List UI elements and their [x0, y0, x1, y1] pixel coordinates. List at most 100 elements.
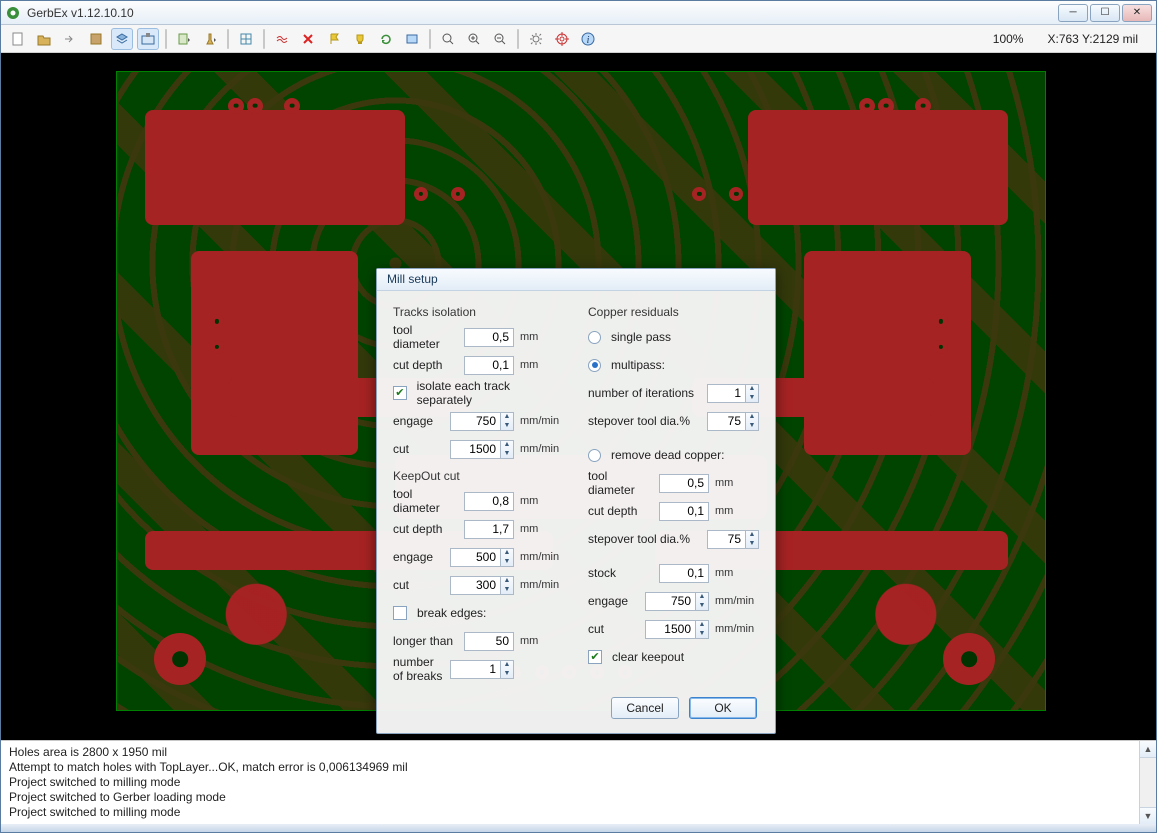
grid-icon[interactable]: [235, 28, 257, 50]
longer-than-input[interactable]: [464, 632, 514, 651]
rdc-stepover-label: stepover tool dia.%: [588, 532, 701, 546]
file-open-icon[interactable]: [33, 28, 55, 50]
rdc-tool-diameter-input[interactable]: [659, 474, 709, 493]
zoom-in-icon[interactable]: [463, 28, 485, 50]
stepover-input[interactable]: [707, 412, 745, 431]
info-icon[interactable]: i: [577, 28, 599, 50]
unit-label: mm/min: [520, 443, 564, 455]
thumb-icon[interactable]: [85, 28, 107, 50]
mill-setup-dialog: Mill setup Tracks isolation tool diamete…: [376, 268, 776, 734]
spinner-arrows[interactable]: ▲▼: [500, 548, 514, 567]
cut-depth-input[interactable]: [464, 356, 514, 375]
ko-cut-depth-input[interactable]: [464, 520, 514, 539]
refresh-icon[interactable]: [375, 28, 397, 50]
clear-keepout-label: clear keepout: [612, 650, 684, 664]
tool-diameter-label: tool diameter: [393, 323, 458, 351]
app-icon: [5, 5, 21, 21]
stock-input[interactable]: [659, 564, 709, 583]
single-pass-radio[interactable]: [588, 331, 601, 344]
tracks-isolation-heading: Tracks isolation: [393, 305, 564, 319]
remove-dead-copper-radio[interactable]: [588, 449, 601, 462]
log-scrollbar[interactable]: ▲ ▼: [1139, 741, 1156, 824]
ko-tool-diameter-input[interactable]: [464, 492, 514, 511]
unit-label: mm: [715, 505, 759, 517]
unit-label: mm/min: [715, 623, 759, 635]
multipass-label: multipass:: [611, 358, 665, 372]
zoom-icon[interactable]: [437, 28, 459, 50]
clear-keepout-checkbox[interactable]: [588, 650, 602, 664]
toolbar: i 100% X:763 Y:2129 mil: [1, 25, 1156, 53]
single-pass-label: single pass: [611, 330, 671, 344]
cancel-button[interactable]: Cancel: [611, 697, 679, 719]
flag-icon[interactable]: [323, 28, 345, 50]
unit-label: mm: [520, 635, 564, 647]
ko-engage-input[interactable]: [450, 548, 500, 567]
log-panel: Holes area is 2800 x 1950 mil Attempt to…: [1, 740, 1156, 824]
engage-input[interactable]: [450, 412, 500, 431]
spinner-arrows[interactable]: ▲▼: [500, 576, 514, 595]
titlebar[interactable]: GerbEx v1.12.10.10 ─ ☐ ✕: [1, 1, 1156, 25]
log-line: Project switched to Gerber loading mode: [9, 790, 1148, 805]
tool-diameter-input[interactable]: [464, 328, 514, 347]
toolbar-status: 100% X:763 Y:2129 mil: [993, 32, 1150, 46]
spinner-arrows[interactable]: ▲▼: [745, 412, 759, 431]
num-breaks-input[interactable]: [450, 660, 500, 679]
canvas-area[interactable]: Mill setup Tracks isolation tool diamete…: [1, 53, 1156, 740]
spinner-arrows[interactable]: ▲▼: [695, 592, 709, 611]
separator: [263, 29, 265, 49]
isolate-each-checkbox[interactable]: [393, 386, 407, 400]
num-breaks-label: number of breaks: [393, 655, 444, 683]
break-edges-checkbox[interactable]: [393, 606, 407, 620]
longer-than-label: longer than: [393, 634, 458, 648]
gerber-dropdown-icon[interactable]: [173, 28, 195, 50]
cr-engage-input[interactable]: [645, 592, 695, 611]
minimize-button[interactable]: ─: [1058, 4, 1088, 22]
settings-gear-icon[interactable]: [525, 28, 547, 50]
spinner-arrows[interactable]: ▲▼: [500, 412, 514, 431]
delete-x-icon[interactable]: [297, 28, 319, 50]
separator: [165, 29, 167, 49]
scroll-down-icon[interactable]: ▼: [1140, 807, 1156, 824]
log-line: Project switched to milling mode: [9, 775, 1148, 790]
break-edges-label: break edges:: [417, 606, 486, 620]
cnc-icon[interactable]: [137, 28, 159, 50]
maximize-button[interactable]: ☐: [1090, 4, 1120, 22]
spinner-arrows[interactable]: ▲▼: [695, 620, 709, 639]
window-title: GerbEx v1.12.10.10: [27, 6, 1058, 20]
spinner-arrows[interactable]: ▲▼: [745, 530, 759, 549]
multipass-radio[interactable]: [588, 359, 601, 372]
window-resize-grip[interactable]: [1, 824, 1156, 832]
file-new-icon[interactable]: [7, 28, 29, 50]
ko-tool-diameter-label: tool diameter: [393, 487, 458, 515]
layers-icon[interactable]: [111, 28, 133, 50]
zoom-out-icon[interactable]: [489, 28, 511, 50]
rdc-tool-diameter-label: tool diameter: [588, 469, 653, 497]
drill-dropdown-icon[interactable]: [199, 28, 221, 50]
board-icon[interactable]: [401, 28, 423, 50]
dialog-title[interactable]: Mill setup: [377, 269, 775, 291]
dialog-left-column: Tracks isolation tool diameter mm cut de…: [393, 301, 564, 681]
rdc-cut-depth-input[interactable]: [659, 502, 709, 521]
cut-input[interactable]: [450, 440, 500, 459]
unit-label: mm/min: [520, 415, 564, 427]
spinner-arrows[interactable]: ▲▼: [500, 660, 514, 679]
stock-label: stock: [588, 566, 653, 580]
keepout-cut-heading: KeepOut cut: [393, 469, 564, 483]
trophy-icon[interactable]: [349, 28, 371, 50]
ko-cut-input[interactable]: [450, 576, 500, 595]
ko-cut-depth-label: cut depth: [393, 522, 458, 536]
cursor-coords: X:763 Y:2129 mil: [1047, 32, 1138, 46]
approx-icon[interactable]: [271, 28, 293, 50]
close-button[interactable]: ✕: [1122, 4, 1152, 22]
arrow-right-icon[interactable]: [59, 28, 81, 50]
rdc-stepover-input[interactable]: [707, 530, 745, 549]
log-line: Project switched to milling mode: [9, 805, 1148, 820]
cr-cut-input[interactable]: [645, 620, 695, 639]
ok-button[interactable]: OK: [689, 697, 757, 719]
separator: [517, 29, 519, 49]
scroll-up-icon[interactable]: ▲: [1140, 741, 1156, 758]
target-icon[interactable]: [551, 28, 573, 50]
num-iterations-input[interactable]: [707, 384, 745, 403]
spinner-arrows[interactable]: ▲▼: [500, 440, 514, 459]
spinner-arrows[interactable]: ▲▼: [745, 384, 759, 403]
